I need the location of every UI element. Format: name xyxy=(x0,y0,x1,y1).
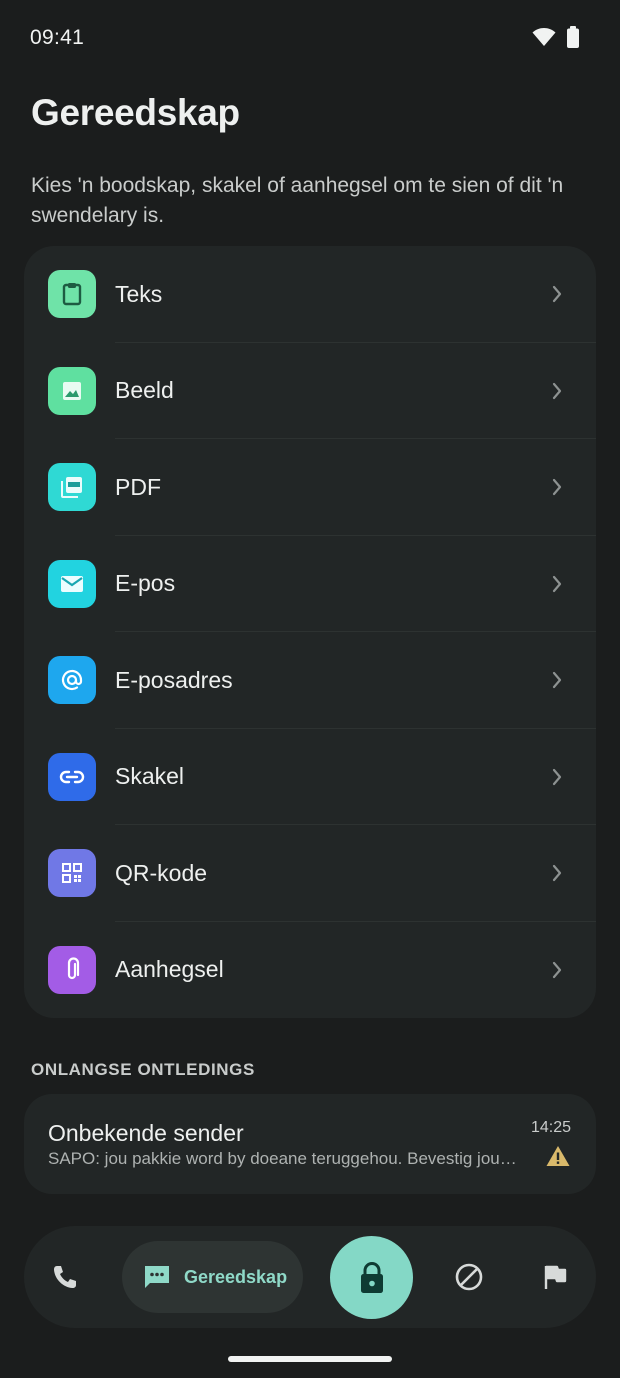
status-bar: 09:41 xyxy=(0,0,620,76)
nav-tools-button[interactable]: Gereedskap xyxy=(122,1241,303,1313)
tool-label: E-pos xyxy=(115,570,176,597)
tool-label: Skakel xyxy=(115,763,185,790)
bottom-navigation: Gereedskap xyxy=(24,1226,596,1328)
image-icon xyxy=(48,366,96,415)
nav-report-button[interactable] xyxy=(532,1254,578,1300)
tool-item-pdf[interactable]: PDF xyxy=(24,439,596,536)
chevron-right-icon xyxy=(552,575,562,592)
recent-preview: SAPO: jou pakkie word by doeane teruggeh… xyxy=(48,1149,518,1168)
chevron-right-icon xyxy=(552,865,562,882)
tool-item-text[interactable]: Teks xyxy=(24,246,596,343)
page-description: Kies 'n boodskap, skakel of aanhegsel om… xyxy=(31,174,564,227)
qr-code-icon xyxy=(48,849,96,898)
home-indicator[interactable] xyxy=(228,1356,392,1362)
battery-icon xyxy=(567,26,579,48)
wifi-icon xyxy=(532,28,556,46)
tool-item-attachment[interactable]: Aanhegsel xyxy=(24,922,596,1019)
tool-label: QR-kode xyxy=(115,859,208,886)
tools-list: Teks Beeld PDF E-pos E-posadres Skakel Q… xyxy=(24,246,596,1018)
link-icon xyxy=(48,752,96,801)
nav-calls-button[interactable] xyxy=(42,1254,88,1300)
tool-label: Aanhegsel xyxy=(115,956,224,983)
tool-item-email[interactable]: E-pos xyxy=(24,536,596,632)
clipboard-icon xyxy=(48,270,96,319)
tool-item-link[interactable]: Skakel xyxy=(24,729,596,825)
chevron-right-icon xyxy=(552,286,562,303)
chevron-right-icon xyxy=(552,768,562,785)
nav-tools-label: Gereedskap xyxy=(184,1266,288,1287)
tool-label: PDF xyxy=(115,473,161,500)
status-icons xyxy=(532,26,580,48)
warning-icon xyxy=(546,1146,570,1166)
nav-block-button[interactable] xyxy=(446,1254,492,1300)
tool-label: E-posadres xyxy=(115,666,233,693)
paperclip-icon xyxy=(48,945,96,994)
flag-icon xyxy=(544,1265,567,1289)
tool-item-qr-code[interactable]: QR-kode xyxy=(24,825,596,922)
recent-item[interactable]: Onbekende sender SAPO: jou pakkie word b… xyxy=(24,1094,596,1194)
chevron-right-icon xyxy=(552,382,562,399)
chevron-right-icon xyxy=(552,961,562,978)
block-icon xyxy=(455,1263,483,1291)
recent-section-title: ONLANGSE ONTLEDINGS xyxy=(31,1060,255,1079)
tool-label: Teks xyxy=(115,280,163,307)
mail-icon xyxy=(48,559,96,608)
chevron-right-icon xyxy=(552,672,562,689)
status-time: 09:41 xyxy=(30,26,85,49)
recent-sender: Onbekende sender xyxy=(48,1120,244,1146)
tool-label: Beeld xyxy=(115,377,174,404)
chevron-right-icon xyxy=(552,479,562,496)
recent-time: 14:25 xyxy=(530,1119,571,1136)
lock-icon xyxy=(360,1261,383,1293)
tool-item-image[interactable]: Beeld xyxy=(24,343,596,439)
tool-item-email-address[interactable]: E-posadres xyxy=(24,632,596,729)
at-sign-icon xyxy=(48,656,96,705)
pdf-icon xyxy=(48,463,96,512)
phone-icon xyxy=(54,1266,76,1288)
nav-lock-button[interactable] xyxy=(330,1236,413,1319)
chat-dots-icon xyxy=(145,1266,169,1288)
page-title: Gereedskap xyxy=(31,92,240,133)
